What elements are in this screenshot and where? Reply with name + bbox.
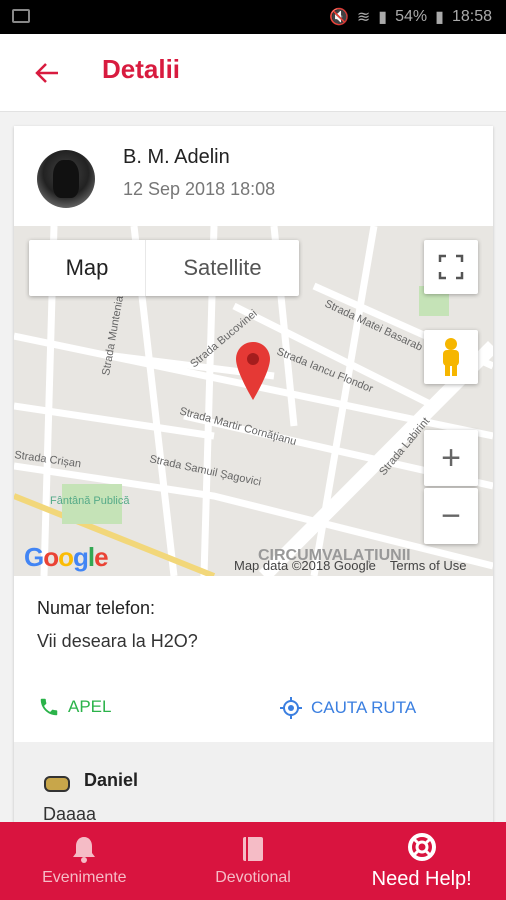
map-attribution: Map data ©2018 Google Terms of Use [234,558,466,573]
phone-icon [40,698,58,716]
clock: 18:58 [451,8,492,25]
locate-icon [280,697,302,719]
map-type-satellite-button[interactable]: Satellite [145,240,299,296]
nav-help-label: Need Help! [371,867,472,890]
fullscreen-icon[interactable] [424,240,478,294]
nav-item-devotional[interactable]: Devotional [169,822,338,900]
comment-author: Daniel [84,770,139,790]
map-type-map-button[interactable]: Map [29,240,145,296]
status-bar: 🔇 ≋ ▮ 54% ▮ 18:58 [0,0,506,34]
event-message: Vii deseara la H2O? [37,631,198,651]
avatar [37,150,95,208]
zoom-out-button[interactable]: − [424,488,478,544]
comment-avatar-icon [44,776,70,792]
nav-devotional-label: Devotional [215,869,291,886]
nav-item-help[interactable]: Need Help! [337,822,506,900]
post-date: 12 Sep 2018 18:08 [123,179,276,199]
route-label: CAUTA RUTA [311,698,417,717]
phone-label: Numar telefon: [37,598,156,618]
mute-icon: 🔇 [328,9,349,26]
route-button[interactable]: CAUTA RUTA [279,696,416,720]
author-name: B. M. Adelin [123,146,230,168]
call-label: APEL [68,697,112,716]
lifebuoy-icon [407,832,436,861]
status-icons: 🔇 ≋ ▮ 54% ▮ 18:58 [329,7,492,27]
map-street-label: Strada Muntenia [100,294,126,376]
location-pin-icon[interactable] [236,342,270,405]
map-type-toggle: Map Satellite [29,240,299,296]
map-poi-label: Fântână Publică [50,495,130,507]
map-street-label: Strada Martir Cornățianu [178,405,297,448]
signal-icon: ▮ [378,9,388,26]
back-arrow-icon[interactable] [30,56,64,90]
page-title: Detalii [102,54,181,84]
event-card: B. M. Adelin 12 Sep 2018 18:08 Strada Mu… [14,126,493,826]
pegman-icon[interactable] [424,330,478,384]
comment-item: Daniel Daaaa [14,742,493,826]
book-icon [243,837,263,861]
nav-events-label: Evenimente [42,869,127,886]
app-bar: Detalii [0,34,506,112]
terms-link[interactable]: Terms of Use [390,558,467,573]
zoom-in-button[interactable]: + [424,430,478,486]
image-icon [12,9,30,23]
map-data-text: Map data ©2018 Google [234,558,376,573]
call-button[interactable]: APEL [38,696,111,718]
battery-icon: ▮ [435,9,444,26]
bell-icon [73,837,96,863]
battery-level: 54% [395,8,428,25]
google-logo: Google [24,542,109,572]
map-view[interactable]: Strada Muntenia Strada Bucovinei Strada … [14,226,493,576]
nav-item-events[interactable]: Evenimente [0,822,169,900]
wifi-icon: ≋ [356,9,371,26]
bottom-nav: Evenimente Devotional Need Help! [0,822,506,900]
